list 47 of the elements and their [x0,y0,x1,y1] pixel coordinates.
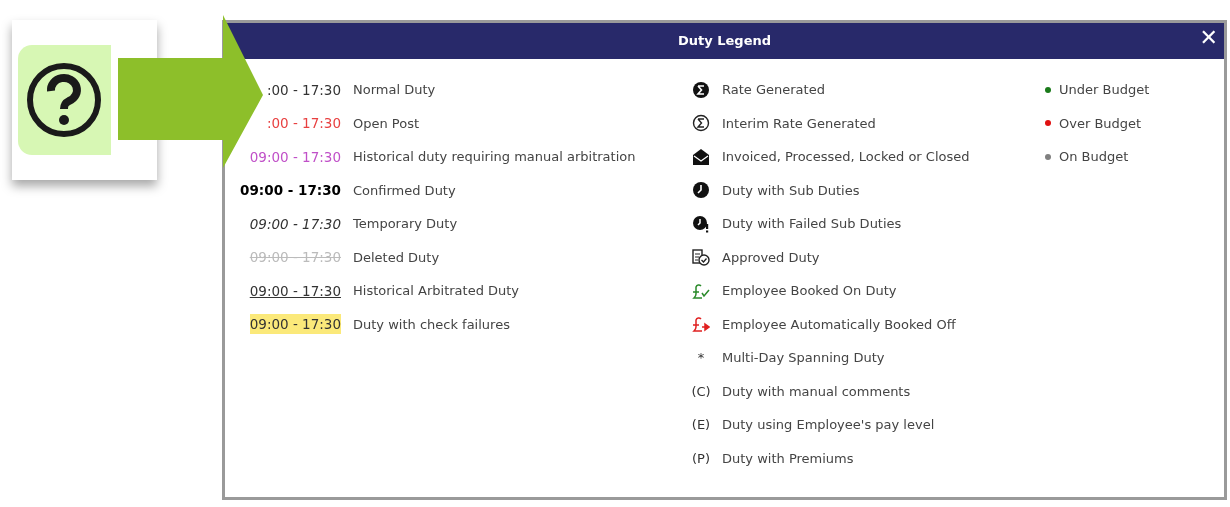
help-icon [24,60,104,140]
legend-label: Duty with Premiums [722,449,854,468]
legend-label: Rate Generated [722,81,825,99]
legend-label: On Budget [1059,148,1129,166]
legend-label: Multi-Day Spanning Duty [722,349,885,367]
legend-label: Interim Rate Generated [722,114,876,133]
pound-check-icon [692,281,710,300]
window-title: Duty Legend [677,32,771,51]
symbol: (P) [692,449,710,468]
legend-label: Temporary Duty [353,215,458,233]
legend-label: Historical Arbitrated Duty [353,282,520,300]
duty-time: :00 - 17:30 [266,80,341,100]
close-button[interactable]: ✕ [1199,27,1218,49]
duty-time: 09:00 - 17:30 [249,248,341,268]
approved-icon [692,248,710,267]
duty-time: 09:00 - 17:30 [249,281,341,301]
legend-label: Deleted Duty [353,248,440,267]
symbol: (C) [691,382,711,401]
symbol: * [697,349,705,367]
legend-label: Approved Duty [722,248,820,267]
symbol: (E) [691,416,711,434]
legend-label: Over Budget [1059,114,1142,133]
legend-label: Historical duty requiring manual arbitration [353,148,636,166]
duty-time: 09:00 - 17:30 [249,147,341,167]
legend-label: Duty with Sub Duties [722,181,860,200]
legend-label: Invoiced, Processed, Locked or Closed [722,148,970,166]
legend-label: Under Budget [1059,81,1150,99]
legend-label: Duty with manual comments [722,382,911,401]
sigma-icon [692,80,710,99]
legend-label: Duty with Failed Sub Duties [722,215,902,233]
sigma-icon [692,114,710,133]
legend-label: Employee Booked On Duty [722,282,897,300]
help-tile[interactable] [18,45,111,155]
legend-label: Employee Automatically Booked Off [722,315,956,334]
pound-arrow-icon [692,315,710,334]
legend-label: Confirmed Duty [353,181,456,200]
duty-time: 09:00 - 17:30 [240,181,341,201]
legend-label: Duty using Employee's pay level [722,416,935,434]
duty-time: 09:00 - 17:30 [249,214,341,234]
duty-time: 09:00 - 17:30 [249,314,341,335]
legend-label: Normal Duty [353,81,436,99]
clock-alert-icon [692,214,710,233]
legend-label: Open Post [353,114,420,133]
clock-icon [692,181,710,200]
duty-time: :00 - 17:30 [266,114,341,134]
legend-label: Duty with check failures [353,315,510,334]
envelope-icon [692,147,710,166]
